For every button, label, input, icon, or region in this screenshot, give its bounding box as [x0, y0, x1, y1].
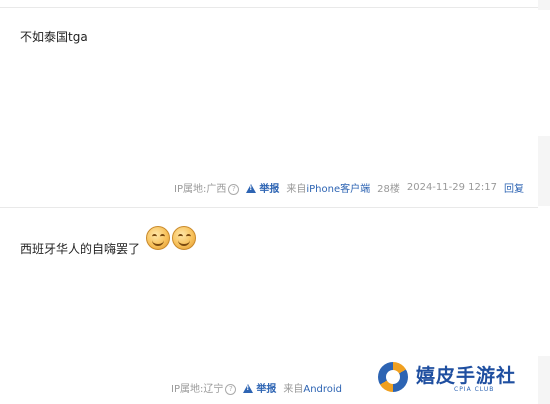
watermark-title: 嬉皮手游社	[416, 365, 517, 387]
source-device-link[interactable]: iPhone客户端	[306, 184, 370, 195]
gutter-panel	[538, 10, 550, 136]
post-content: 不如泰国tga	[20, 30, 88, 44]
report-button[interactable]: 举报	[243, 380, 276, 395]
reply-button[interactable]: 回复	[504, 180, 524, 195]
post-meta: IP属地:辽宁? 举报 来自Android	[171, 380, 349, 395]
ip-location: IP属地:广西?	[174, 180, 240, 195]
help-icon[interactable]: ?	[225, 383, 237, 395]
ip-location: IP属地:辽宁?	[171, 380, 237, 395]
source-prefix: 来自	[283, 384, 304, 395]
report-label: 举报	[256, 384, 277, 395]
watermark-subtitle: CPIA CLUB	[454, 386, 495, 393]
page-right-gutter	[538, 0, 550, 404]
report-label: 举报	[259, 184, 280, 195]
ip-location-label: IP属地:广西	[174, 184, 227, 195]
warning-icon	[243, 384, 254, 393]
smiley-face-icon	[146, 226, 170, 250]
smiley-mouth	[152, 238, 164, 246]
smiley-face-icon	[172, 226, 196, 250]
help-icon[interactable]: ?	[228, 183, 240, 195]
gutter-panel	[538, 206, 550, 356]
post-meta: IP属地:广西? 举报 来自iPhone客户端 28楼 2024-11-29 1…	[174, 180, 531, 195]
report-button[interactable]: 举报	[246, 180, 279, 195]
site-watermark: 嬉皮手游社 CPIA CLUB	[376, 360, 536, 396]
floor-number: 28楼	[377, 184, 400, 195]
post-divider	[0, 207, 538, 208]
source-prefix: 来自	[286, 184, 307, 195]
post-source: 来自Android	[283, 380, 342, 395]
warning-icon	[246, 184, 257, 193]
post-content: 西班牙华人的自嗨罢了	[20, 242, 141, 256]
source-device-link[interactable]: Android	[303, 384, 342, 395]
watermark-logo-icon	[378, 362, 408, 392]
post-time: 2024-11-29 12:17	[406, 182, 497, 193]
post-source: 来自iPhone客户端	[286, 180, 370, 195]
ip-location-label: IP属地:辽宁	[171, 384, 224, 395]
smiley-mouth	[178, 238, 190, 246]
post-divider	[0, 7, 538, 8]
